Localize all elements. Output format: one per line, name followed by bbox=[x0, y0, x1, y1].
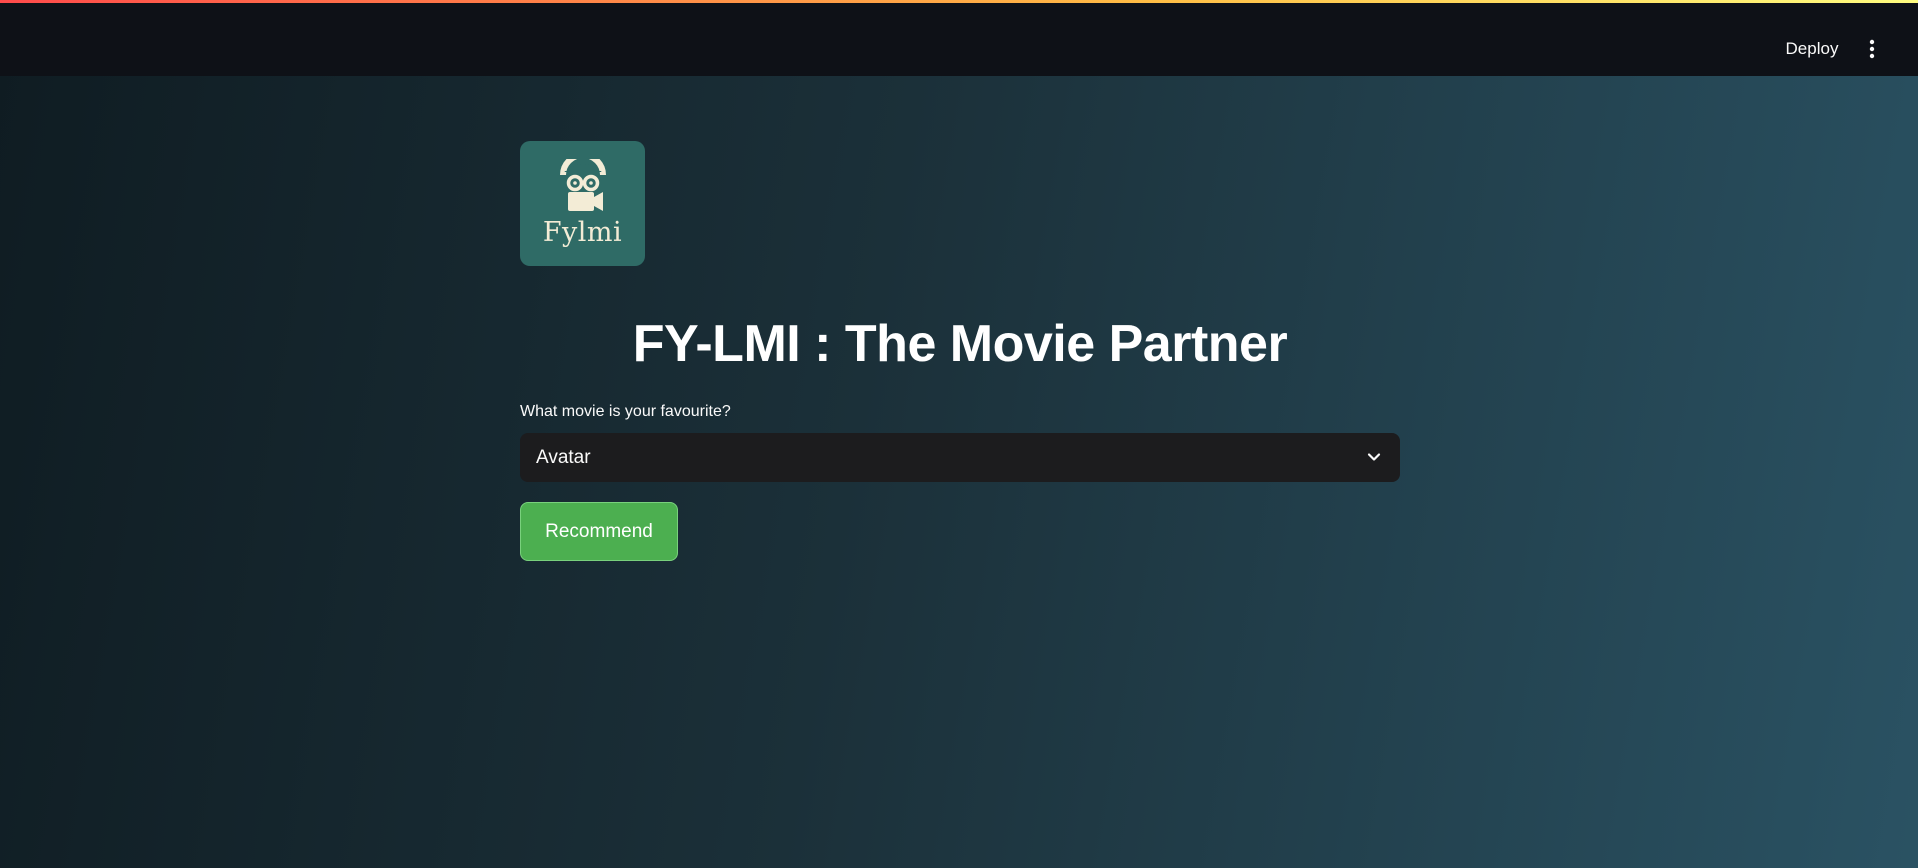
main-content: Fylmi FY-LMI : The Movie Partner What mo… bbox=[0, 76, 1918, 868]
movie-select-label: What movie is your favourite? bbox=[520, 403, 731, 420]
chevron-down-icon bbox=[1367, 453, 1381, 461]
app-logo: Fylmi bbox=[520, 141, 645, 266]
film-reel-camera-icon bbox=[553, 159, 613, 217]
vertical-ellipsis-icon bbox=[1869, 39, 1875, 59]
logo-text: Fylmi bbox=[542, 217, 623, 248]
page-title: FY-LMI : The Movie Partner bbox=[632, 315, 1288, 373]
main-menu-button[interactable] bbox=[1860, 33, 1884, 65]
movie-select-value: Avatar bbox=[536, 446, 591, 468]
recommend-button[interactable]: Recommend bbox=[520, 502, 678, 561]
deploy-button[interactable]: Deploy bbox=[1770, 33, 1854, 65]
movie-select[interactable]: Avatar bbox=[520, 433, 1400, 482]
app-header: Deploy bbox=[0, 3, 1918, 76]
